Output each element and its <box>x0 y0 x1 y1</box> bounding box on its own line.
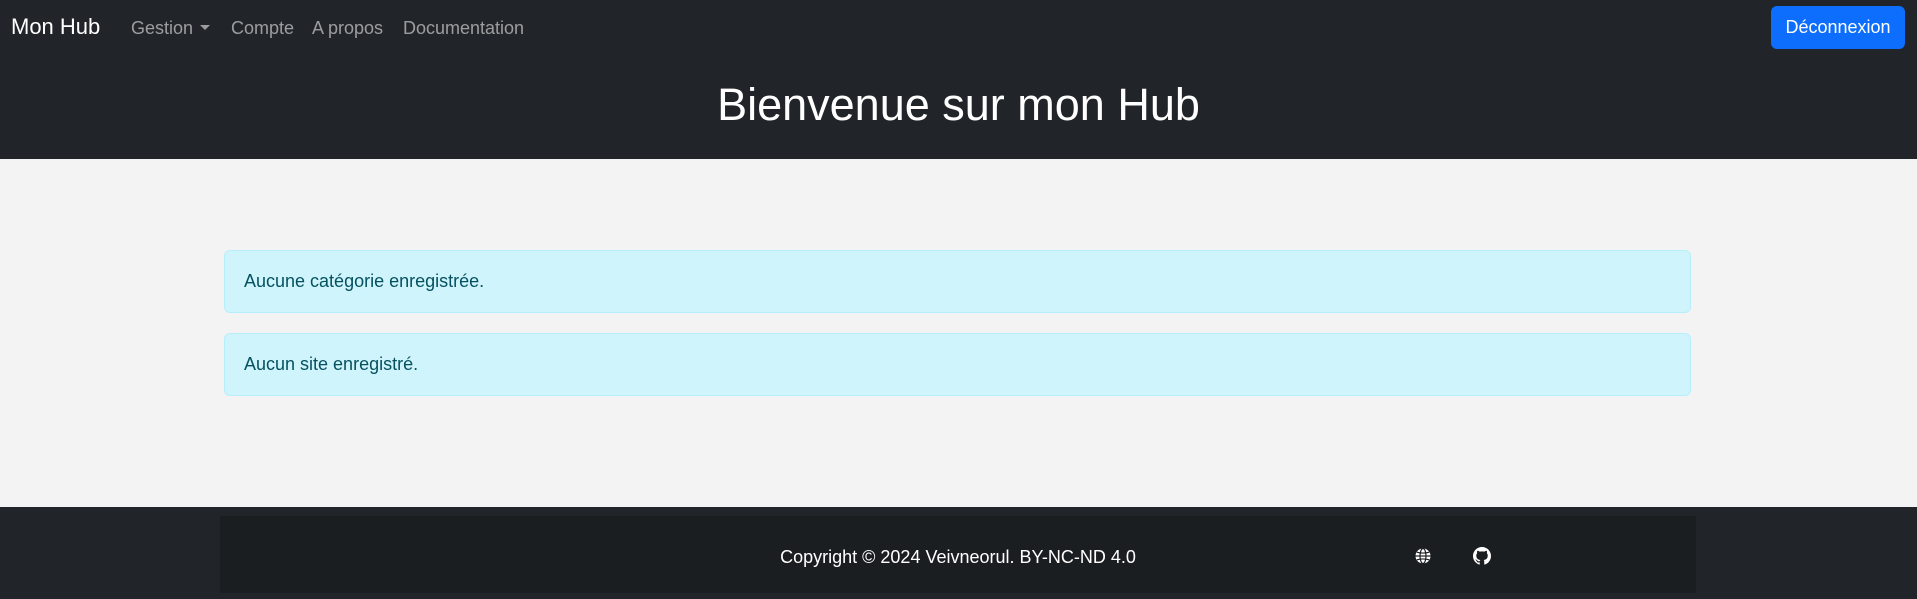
nav-item-gestion-label: Gestion <box>131 18 194 38</box>
chevron-down-icon <box>200 25 211 30</box>
alert-no-sites: Aucun site enregistré. <box>224 333 1691 396</box>
github-icon[interactable] <box>1473 547 1491 565</box>
footer-container: Copyright © 2024 Veivneorul. BY-NC-ND 4.… <box>220 516 1696 593</box>
navbar-brand[interactable]: Mon Hub <box>11 13 100 41</box>
alert-no-categories: Aucune catégorie enregistrée. <box>224 250 1691 313</box>
logout-button[interactable]: Déconnexion <box>1771 6 1905 49</box>
nav-item-gestion[interactable]: Gestion <box>131 17 211 39</box>
nav-item-a-propos[interactable]: A propos <box>312 17 383 39</box>
globe-icon[interactable] <box>1414 547 1432 565</box>
footer: Copyright © 2024 Veivneorul. BY-NC-ND 4.… <box>0 507 1917 599</box>
header: Mon Hub Gestion Compte A propos Document… <box>0 0 1917 159</box>
navbar: Mon Hub Gestion Compte A propos Document… <box>0 0 1917 55</box>
nav-item-compte[interactable]: Compte <box>231 17 294 39</box>
page-title: Bienvenue sur mon Hub <box>717 79 1200 130</box>
nav-item-documentation[interactable]: Documentation <box>403 17 524 39</box>
